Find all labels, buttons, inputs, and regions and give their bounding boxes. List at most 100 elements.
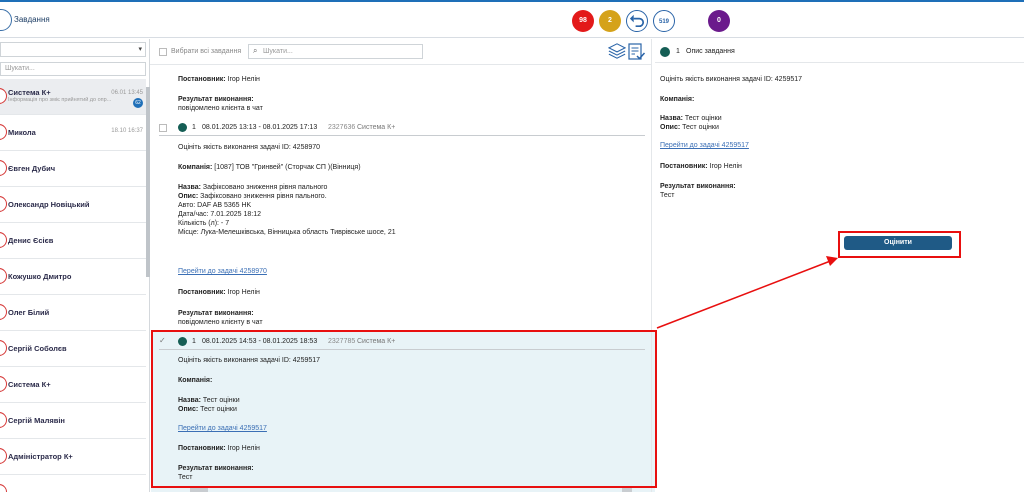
contacts-search-input[interactable]: Шукати... <box>0 62 146 76</box>
horizontal-scrollbar-thumb[interactable] <box>622 488 632 492</box>
task-header[interactable]: 1 08.01.2025 13:13 - 08.01.2025 17:13 23… <box>159 120 645 136</box>
total-count-badge[interactable]: 519 <box>653 10 675 32</box>
company-value: [1087] ТОВ "Гринвей" (Сторчак СП )(Вінни… <box>214 164 361 171</box>
status-dot-icon <box>660 47 670 57</box>
contact-item[interactable]: Система К+ <box>0 367 146 403</box>
chevron-down-icon: ▾ <box>138 46 142 53</box>
company-row: Компанія: <box>660 95 694 104</box>
contact-name: Олександр Новіцький <box>8 200 90 209</box>
contact-item[interactable]: Євген Дубич <box>0 151 146 187</box>
avatar <box>0 268 7 284</box>
contact-name: Адміністратор К+ <box>8 452 73 461</box>
app: Завдання 98 2 519 0 ▾ Шукати... Система … <box>0 0 1024 492</box>
company-label: Компанія: <box>178 164 213 171</box>
contact-item[interactable]: Система К+ 06.01 13:45 Інформація про зм… <box>0 79 146 115</box>
contact-filter-select[interactable]: ▾ <box>0 42 146 57</box>
desc-value: Зафіксовано зниження рівня пального. <box>200 193 327 200</box>
name-row: Назва: Тест оцінки <box>178 396 240 405</box>
avatar <box>0 124 7 140</box>
contact-name: Олег Білий <box>8 308 50 317</box>
name-label: Назва: <box>660 115 683 122</box>
task-date-range: 08.01.2025 14:53 - 08.01.2025 18:53 <box>202 338 318 345</box>
name-label: Назва: <box>178 397 201 404</box>
name-row: Назва: Зафіксовано зниження рівня пально… <box>178 183 327 192</box>
task-source: Система К+ <box>357 338 396 345</box>
contact-item[interactable]: Денис Єсієв <box>0 223 146 259</box>
avatar <box>0 340 7 356</box>
result-label-text: Результат виконання: <box>178 310 254 317</box>
contact-item[interactable]: Сергій Соболєв <box>0 331 146 367</box>
name-value: Зафіксовано зниження рівня пального <box>202 184 328 191</box>
contact-item[interactable]: Сергій Малявін <box>0 403 146 439</box>
tasks-panel: Вибрати всі завдання ⌕ Шукати... Постано… <box>150 39 655 492</box>
result-label: Результат виконання: <box>660 182 736 191</box>
contact-name: Денис Єсієв <box>8 236 54 245</box>
contact-name: Сергій Малявін <box>8 416 65 425</box>
purple-count-badge[interactable]: 0 <box>708 10 730 32</box>
company-label: Компанія: <box>178 377 213 384</box>
tasks-search-input[interactable]: ⌕ Шукати... <box>248 44 423 59</box>
setter-value: Ігор Нелін <box>227 76 260 83</box>
contact-item[interactable]: Олександр Новіцький <box>0 187 146 223</box>
result-value: повідомлено клієнту в чат <box>178 319 263 326</box>
search-placeholder: Шукати... <box>263 48 293 55</box>
setter-value: Ігор Нелін <box>227 289 260 296</box>
task-id: 2327785 <box>328 338 356 345</box>
avatar <box>0 484 7 492</box>
task-details-panel: 1 Опис завдання Оцініть якість виконання… <box>655 39 1024 492</box>
datetime-line: Дата/час: 7.01.2025 18:12 <box>178 211 261 218</box>
status-dot-icon <box>178 123 187 132</box>
task-source: Система К+ <box>357 124 396 131</box>
checkmark-icon[interactable]: ✓ <box>159 336 166 345</box>
details-header: 1 Опис завдання <box>655 39 1024 63</box>
select-all-checkbox[interactable] <box>159 48 167 56</box>
task-header[interactable]: ✓ 1 08.01.2025 14:53 - 08.01.2025 18:53 … <box>159 334 645 350</box>
name-label: Назва: <box>178 184 201 191</box>
avatar <box>0 232 7 248</box>
contact-name: Сергій Соболєв <box>8 344 67 353</box>
horizontal-scrollbar-thumb[interactable] <box>190 488 208 492</box>
contact-item[interactable]: Микола 18.10 16:37 <box>0 115 146 151</box>
contact-name: Система К+ <box>8 88 51 97</box>
layers-icon[interactable] <box>608 42 626 60</box>
contact-time: 18.10 16:37 <box>111 128 143 134</box>
app-logo-icon[interactable] <box>0 9 12 31</box>
place-line: Місце: Лука-Мелешківська, Вінницька обла… <box>178 229 396 236</box>
task-number: 1 <box>192 124 196 131</box>
contact-item[interactable]: Кожушко Дмитро <box>0 259 146 295</box>
setter-label: Постановник: <box>178 445 226 452</box>
details-task-title: Оцініть якість виконання задачі ID: 4259… <box>660 76 803 83</box>
company-label: Компанія: <box>660 96 695 103</box>
avatar <box>0 160 7 176</box>
go-to-task-link[interactable]: Перейти до задачі 4259517 <box>178 425 267 432</box>
desc-value: Тест оцінки <box>682 124 719 131</box>
name-value: Тест оцінки <box>202 397 240 404</box>
task-number: 1 <box>192 338 196 345</box>
desc-label: Опис: <box>660 124 681 131</box>
company-row: Компанія: <box>178 376 212 385</box>
contact-item[interactable] <box>0 475 146 492</box>
task-checkbox[interactable] <box>159 124 167 132</box>
contact-item[interactable]: Олег Білий <box>0 295 146 331</box>
result-value: повідомлено клієнта в чат <box>178 105 263 112</box>
task-title: Оцініть якість виконання задачі ID: 4258… <box>178 144 321 151</box>
company-row: Компанія: [1087] ТОВ "Гринвей" (Сторчак … <box>178 163 361 172</box>
go-to-task-link[interactable]: Перейти до задачі 4259517 <box>660 142 749 149</box>
result-label-text: Результат виконання: <box>178 465 254 472</box>
undo-icon[interactable] <box>626 10 648 32</box>
result-label: Результат виконання: <box>178 309 254 318</box>
setter-label: Постановник: <box>178 76 226 83</box>
rate-button[interactable]: Оцінити <box>844 236 952 250</box>
contact-name: Микола <box>8 128 36 137</box>
contact-item[interactable]: Адміністратор К+ <box>0 439 146 475</box>
avatar <box>0 88 7 104</box>
details-title: Опис завдання <box>686 48 735 55</box>
document-check-icon[interactable] <box>626 42 646 62</box>
task-title: Оцініть якість виконання задачі ID: 4259… <box>178 357 321 364</box>
red-count-badge[interactable]: 98 <box>572 10 594 32</box>
select-all-label[interactable]: Вибрати всі завдання <box>171 48 241 55</box>
setter-row: Постановник: Ігор Нелін <box>178 444 260 453</box>
setter-value: Ігор Нелін <box>227 445 260 452</box>
yellow-count-badge[interactable]: 2 <box>599 10 621 32</box>
go-to-task-link[interactable]: Перейти до задачі 4258970 <box>178 268 267 275</box>
